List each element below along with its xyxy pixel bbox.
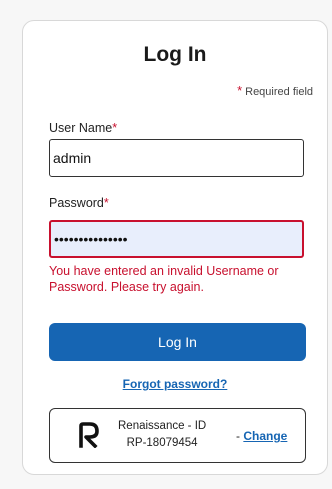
renaissance-id-number: RP-18079454 xyxy=(126,437,198,449)
required-note-text: Required field xyxy=(245,86,313,98)
password-label-text: Password xyxy=(49,196,104,210)
renaissance-logo-icon xyxy=(79,422,99,448)
renaissance-id-box: Renaissance - ID RP-18079454 - Change xyxy=(49,408,306,463)
error-message: You have entered an invalid Username or … xyxy=(49,264,279,294)
username-label: User Name* xyxy=(49,121,117,135)
login-button[interactable]: Log In xyxy=(49,323,306,361)
required-star: * xyxy=(237,83,243,98)
username-field[interactable] xyxy=(49,139,304,177)
renaissance-id-text: Renaissance - ID RP-18079454 xyxy=(118,418,206,452)
change-id-group: - Change xyxy=(236,429,287,443)
username-required-star: * xyxy=(112,121,118,135)
password-required-star: * xyxy=(103,196,109,210)
page: Log In *Required field User Name* Passwo… xyxy=(0,0,332,489)
change-id-link[interactable]: Change xyxy=(243,429,287,443)
forgot-password-link[interactable]: Forgot password? xyxy=(23,377,327,391)
required-field-note: * Required field xyxy=(237,83,313,98)
page-title: Log In xyxy=(143,43,207,66)
password-label: Password* xyxy=(49,196,109,210)
renaissance-id-label: Renaissance - ID xyxy=(118,420,207,432)
login-card: Log In *Required field User Name* Passwo… xyxy=(22,20,328,475)
password-field[interactable] xyxy=(49,220,304,258)
username-label-text: User Name xyxy=(49,121,113,135)
